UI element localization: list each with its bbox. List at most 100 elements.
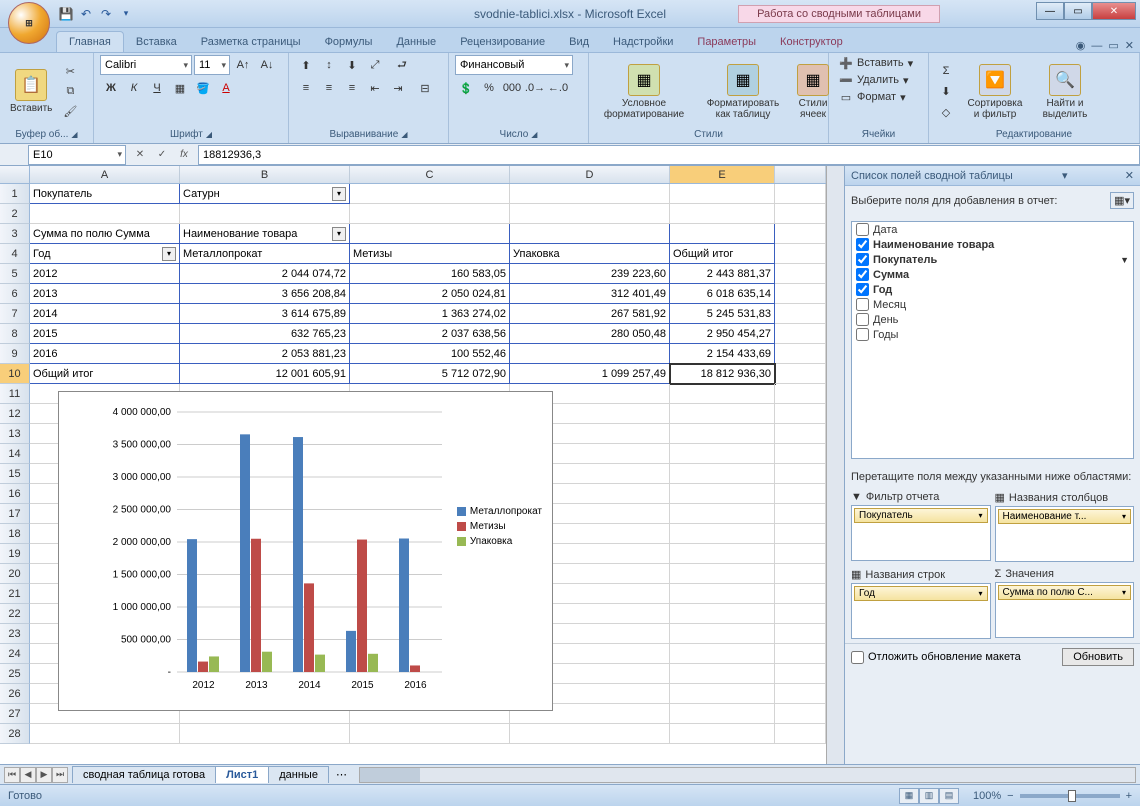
mdi-minimize-icon[interactable]: — <box>1091 40 1102 52</box>
row-header-23[interactable]: 23 <box>0 624 30 644</box>
row-fields-dropdown-icon[interactable]: ▾ <box>162 247 176 261</box>
cell-C4[interactable]: Метизы <box>350 244 510 264</box>
ribbon-tab-8[interactable]: Параметры <box>685 32 768 52</box>
cell-E12[interactable] <box>670 404 775 424</box>
clear-icon[interactable]: ◇ <box>935 103 957 123</box>
font-color-icon[interactable]: A <box>215 78 237 98</box>
cell-E6[interactable]: 6 018 635,14 <box>670 284 775 304</box>
row-header-5[interactable]: 5 <box>0 264 30 284</box>
cell-A5[interactable]: 2012 <box>30 264 180 284</box>
cell-D2[interactable] <box>510 204 670 224</box>
cell-A2[interactable] <box>30 204 180 224</box>
last-sheet-icon[interactable]: ⏭ <box>52 767 68 783</box>
ribbon-tab-2[interactable]: Разметка страницы <box>189 32 313 52</box>
cell-B5[interactable]: 2 044 074,72 <box>180 264 350 284</box>
update-button[interactable]: Обновить <box>1062 648 1134 666</box>
cell-E23[interactable] <box>670 624 775 644</box>
wrap-text-icon[interactable]: ⮐ <box>387 55 417 75</box>
ribbon-tab-4[interactable]: Данные <box>384 32 448 52</box>
defer-update-checkbox[interactable] <box>851 651 864 664</box>
row-header-20[interactable]: 20 <box>0 564 30 584</box>
sheet-tab-1[interactable]: Лист1 <box>215 766 269 783</box>
row-header-9[interactable]: 9 <box>0 344 30 364</box>
cell-C1[interactable] <box>350 184 510 204</box>
align-right-icon[interactable]: ≡ <box>341 78 363 98</box>
cell-D1[interactable] <box>510 184 670 204</box>
cell-E13[interactable] <box>670 424 775 444</box>
field-checkbox-5[interactable] <box>856 298 869 311</box>
cell-E26[interactable] <box>670 684 775 704</box>
field-checkbox-1[interactable] <box>856 238 869 251</box>
ribbon-tab-7[interactable]: Надстройки <box>601 32 685 52</box>
columns-chip[interactable]: Наименование т... <box>998 509 1132 524</box>
cell-B3[interactable]: Наименование товара▾ <box>180 224 350 244</box>
minimize-button[interactable]: — <box>1036 2 1064 20</box>
qat-dropdown-icon[interactable]: ▾ <box>118 6 134 22</box>
underline-icon[interactable]: Ч <box>146 78 168 98</box>
cell-E15[interactable] <box>670 464 775 484</box>
font-size-combo[interactable]: 11 <box>194 55 230 75</box>
row-header-12[interactable]: 12 <box>0 404 30 424</box>
row-header-1[interactable]: 1 <box>0 184 30 204</box>
cell-E9[interactable]: 2 154 433,69 <box>670 344 775 364</box>
cell-E24[interactable] <box>670 644 775 664</box>
cell-E27[interactable] <box>670 704 775 724</box>
cell-A9[interactable]: 2016 <box>30 344 180 364</box>
fill-icon[interactable]: ⬇ <box>935 82 957 102</box>
zoom-out-icon[interactable]: − <box>1007 790 1013 802</box>
row-header-14[interactable]: 14 <box>0 444 30 464</box>
row-header-16[interactable]: 16 <box>0 484 30 504</box>
cell-A28[interactable] <box>30 724 180 744</box>
cell-C28[interactable] <box>350 724 510 744</box>
cell-C5[interactable]: 160 583,05 <box>350 264 510 284</box>
sheet-tab-2[interactable]: данные <box>268 766 329 783</box>
cell-E3[interactable] <box>670 224 775 244</box>
cell-E17[interactable] <box>670 504 775 524</box>
format-cells-button[interactable]: ▭Формат ▾ <box>835 89 922 105</box>
row-header-3[interactable]: 3 <box>0 224 30 244</box>
field-pane-dropdown-icon[interactable]: ▾ <box>1062 169 1068 182</box>
align-middle-icon[interactable]: ↕ <box>318 55 340 75</box>
cancel-formula-icon[interactable]: ✕ <box>130 146 150 164</box>
shrink-font-icon[interactable]: A↓ <box>256 55 278 75</box>
format-painter-icon[interactable]: 🖌 <box>60 103 80 121</box>
cell-E19[interactable] <box>670 544 775 564</box>
row-header-15[interactable]: 15 <box>0 464 30 484</box>
indent-decrease-icon[interactable]: ⇤ <box>364 78 386 98</box>
prev-sheet-icon[interactable]: ◀ <box>20 767 36 783</box>
pivot-chart[interactable]: -500 000,001 000 000,001 500 000,002 000… <box>58 391 553 711</box>
horizontal-scrollbar[interactable] <box>359 767 1136 783</box>
cell-A3[interactable]: Сумма по полю Сумма <box>30 224 180 244</box>
copy-icon[interactable]: ⧉ <box>60 83 80 101</box>
cell-C6[interactable]: 2 050 024,81 <box>350 284 510 304</box>
field-item-5[interactable]: Месяц <box>852 297 1133 312</box>
rows-chip[interactable]: Год <box>854 586 988 601</box>
cell-E8[interactable]: 2 950 454,27 <box>670 324 775 344</box>
field-item-0[interactable]: Дата <box>852 222 1133 237</box>
cell-C7[interactable]: 1 363 274,02 <box>350 304 510 324</box>
cell-E16[interactable] <box>670 484 775 504</box>
cell-A1[interactable]: Покупатель <box>30 184 180 204</box>
page-layout-view-icon[interactable]: ▥ <box>919 788 939 804</box>
row-header-22[interactable]: 22 <box>0 604 30 624</box>
cell-E11[interactable] <box>670 384 775 404</box>
zoom-slider[interactable] <box>1020 794 1120 798</box>
cell-E10[interactable]: 18 812 936,30 <box>670 364 775 384</box>
row-header-4[interactable]: 4 <box>0 244 30 264</box>
select-all-corner[interactable] <box>0 166 30 183</box>
cell-E21[interactable] <box>670 584 775 604</box>
cell-D4[interactable]: Упаковка <box>510 244 670 264</box>
cut-icon[interactable]: ✂ <box>60 63 80 81</box>
field-filter-icon[interactable]: ▼ <box>1120 255 1129 265</box>
field-item-1[interactable]: Наименование товара <box>852 237 1133 252</box>
row-header-18[interactable]: 18 <box>0 524 30 544</box>
ribbon-tab-0[interactable]: Главная <box>56 31 124 52</box>
ribbon-tab-6[interactable]: Вид <box>557 32 601 52</box>
cell-D8[interactable]: 280 050,48 <box>510 324 670 344</box>
cell-D10[interactable]: 1 099 257,49 <box>510 364 670 384</box>
cell-C9[interactable]: 100 552,46 <box>350 344 510 364</box>
field-item-7[interactable]: Годы <box>852 327 1133 342</box>
cell-E14[interactable] <box>670 444 775 464</box>
italic-icon[interactable]: К <box>123 78 145 98</box>
field-pane-close-icon[interactable]: ✕ <box>1125 169 1134 182</box>
